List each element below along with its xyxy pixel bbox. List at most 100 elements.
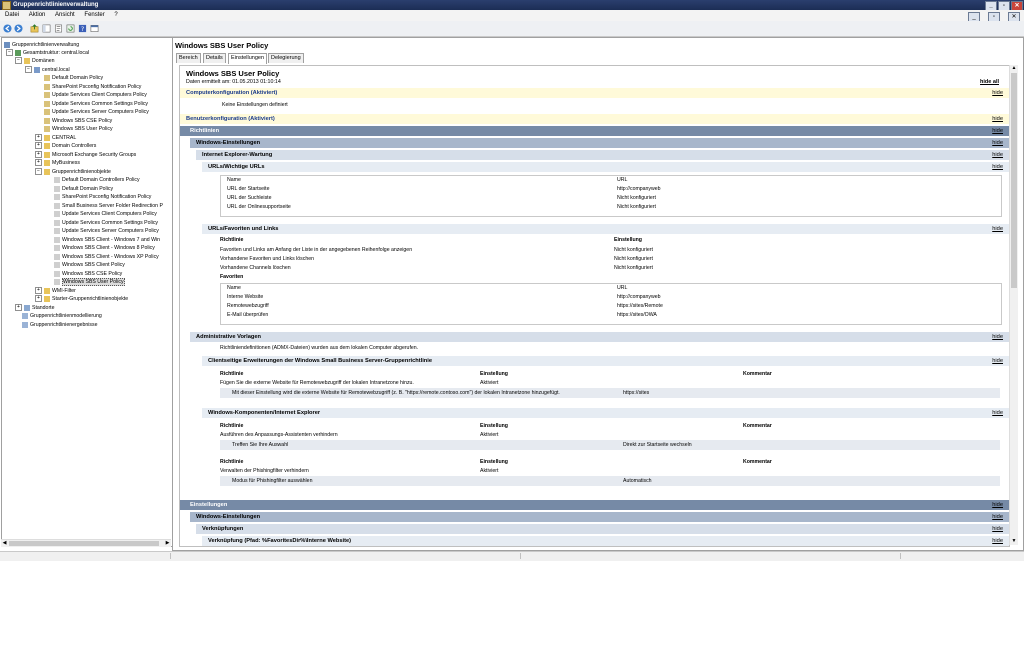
expand-icon[interactable]: + — [15, 304, 22, 312]
section-verknuepfung-item[interactable]: Verknüpfung (Pfad: %FavoritesDir%\Intern… — [202, 536, 1009, 546]
tree-item-gpo[interactable]: Windows SBS Client - Windows 7 and Win — [54, 236, 160, 244]
tree-view-icon[interactable] — [42, 24, 51, 33]
section-verknuepfungen[interactable]: Verknüpfungen hide — [196, 524, 1009, 534]
menu-ansicht[interactable]: Ansicht — [55, 12, 75, 18]
scroll-right-icon[interactable]: ▶ — [164, 540, 171, 547]
tree-item-gpo-link[interactable]: Windows SBS CSE Policy — [44, 117, 112, 125]
section-admin-templates[interactable]: Administrative Vorlagen hide — [190, 332, 1009, 342]
collapse-icon[interactable]: − — [35, 168, 42, 176]
report-vertical-scrollbar[interactable]: ▲ ▼ — [1009, 65, 1018, 545]
table-cell: Modus für Phishingfilter auswählen — [232, 478, 313, 484]
section-ie-wartung[interactable]: Internet Explorer-Wartung hide — [196, 150, 1009, 160]
tree-item-gpo[interactable]: Windows SBS Client - Windows XP Policy — [54, 253, 159, 261]
tree-horizontal-scrollbar[interactable]: ◀ ▶ — [1, 539, 171, 547]
tree-item-gpo-link[interactable]: Update Services Server Computers Policy — [44, 108, 149, 116]
hide-link[interactable]: hide — [992, 332, 1003, 342]
tree-item-starter[interactable]: + Starter-Gruppenrichtlinienobjekte — [35, 295, 128, 303]
tree-item-gpo-link[interactable]: Default Domain Policy — [44, 74, 103, 82]
tab-einstellungen[interactable]: Einstellungen — [228, 53, 268, 64]
tree-item-gpo-link[interactable]: Update Services Common Settings Policy — [44, 100, 148, 108]
tree-item-wmi[interactable]: + WMI-Filter — [35, 287, 76, 295]
tree-item-ou[interactable]: + MyBusiness — [35, 159, 80, 167]
hide-link[interactable]: hide — [992, 138, 1003, 148]
section-einstellungen[interactable]: Einstellungen hide — [180, 500, 1009, 510]
section-computer-config[interactable]: Computerkonfiguration (Aktiviert) hide — [180, 88, 1009, 98]
collapse-icon[interactable]: − — [25, 66, 32, 74]
tree-item-gpo[interactable]: Default Domain Policy — [54, 185, 113, 193]
tree-item-results[interactable]: Gruppenrichtlinienergebnisse — [22, 321, 97, 329]
tree-item-gpo[interactable]: Windows SBS Client - Windows 8 Policy — [54, 244, 155, 252]
tree-item-domains[interactable]: − Domänen — [15, 57, 55, 65]
hide-link[interactable]: hide — [992, 356, 1003, 366]
tree-item-forest[interactable]: − Gesamtstruktur: central.local — [6, 49, 89, 57]
hide-link[interactable]: hide — [992, 150, 1003, 160]
scroll-up-icon[interactable]: ▲ — [1010, 65, 1018, 72]
section-windows-einstellungen-2[interactable]: Windows-Einstellungen hide — [190, 512, 1009, 522]
section-windows-komponenten[interactable]: Windows-Komponenten/Internet Explorer hid… — [202, 408, 1009, 418]
hide-link[interactable]: hide — [992, 408, 1003, 418]
hide-link[interactable]: hide — [992, 536, 1003, 546]
section-windows-einstellungen[interactable]: Windows-Einstellungen hide — [190, 138, 1009, 148]
tree-item-gpo-link[interactable]: SharePoint Psconfig Notification Policy — [44, 83, 141, 91]
tree-item-gpo[interactable]: Update Services Common Settings Policy — [54, 219, 158, 227]
menu-help[interactable]: ? — [114, 12, 117, 18]
tree-item-gpo[interactable]: Update Services Client Computers Policy — [54, 210, 157, 218]
forward-arrow-icon[interactable] — [14, 24, 23, 33]
hide-link[interactable]: hide — [992, 88, 1003, 98]
expand-icon[interactable]: + — [35, 159, 42, 167]
tree-item-gpo[interactable]: SharePoint Psconfig Notification Policy — [54, 193, 151, 201]
expand-icon[interactable]: + — [35, 295, 42, 303]
tree-item-gpo-link[interactable]: Windows SBS User Policy — [44, 125, 113, 133]
section-clientseitige[interactable]: Clientseitige Erweiterungen der Windows … — [202, 356, 1009, 366]
hide-all-link[interactable]: hide all — [980, 79, 999, 85]
tree-item-central-local[interactable]: − central.local — [25, 66, 70, 74]
properties-icon[interactable] — [54, 24, 63, 33]
hide-link[interactable]: hide — [992, 524, 1003, 534]
tree-item-ou[interactable]: + CENTRAL — [35, 134, 76, 142]
tree-item-gpo-link[interactable]: Update Services Client Computers Policy — [44, 91, 147, 99]
tree-item-sites[interactable]: + Standorte — [15, 304, 55, 312]
collapse-icon[interactable]: − — [15, 57, 22, 65]
section-urls-wichtige[interactable]: URLs/Wichtige URLs hide — [202, 162, 1009, 172]
tab-bereich[interactable]: Bereich — [176, 53, 201, 63]
section-richtlinien[interactable]: Richtlinien hide — [180, 126, 1009, 136]
tab-details[interactable]: Details — [203, 53, 226, 63]
expand-icon[interactable]: + — [35, 134, 42, 142]
scroll-thumb[interactable] — [1011, 73, 1017, 288]
hide-link[interactable]: hide — [992, 114, 1003, 124]
help-icon[interactable]: ? — [78, 24, 87, 33]
refresh-icon[interactable] — [66, 24, 75, 33]
expand-icon[interactable]: + — [35, 151, 42, 159]
hide-link[interactable]: hide — [992, 500, 1003, 510]
section-user-config[interactable]: Benutzerkonfiguration (Aktiviert) hide — [180, 114, 1009, 124]
tree-item-gpo[interactable]: Default Domain Controllers Policy — [54, 176, 140, 184]
tree-item-gpo-selected[interactable]: Windows SBS User Policy — [54, 278, 125, 286]
scroll-down-icon[interactable]: ▼ — [1010, 538, 1018, 545]
back-arrow-icon[interactable] — [3, 24, 12, 33]
tree-item-ou[interactable]: + Domain Controllers — [35, 142, 96, 150]
hide-link[interactable]: hide — [992, 224, 1003, 234]
section-urls-favoriten[interactable]: URLs/Favoriten und Links hide — [202, 224, 1009, 234]
scroll-thumb[interactable] — [9, 541, 159, 546]
console-icon[interactable] — [90, 24, 99, 33]
menu-aktion[interactable]: Aktion — [29, 12, 46, 18]
collapse-icon[interactable]: − — [6, 49, 13, 57]
up-folder-icon[interactable] — [30, 24, 39, 33]
hide-link[interactable]: hide — [992, 512, 1003, 522]
expand-icon[interactable]: + — [35, 287, 42, 295]
menu-datei[interactable]: Datei — [5, 12, 19, 18]
hide-link[interactable]: hide — [992, 162, 1003, 172]
expand-icon[interactable]: + — [35, 142, 42, 150]
tree-item-modeling[interactable]: Gruppenrichtlinienmodellierung — [22, 312, 102, 320]
tree-item-gpo[interactable]: Small Business Server Folder Redirection… — [54, 202, 163, 210]
tree-item-gpo[interactable]: Windows SBS CSE Policy — [54, 270, 122, 278]
tab-delegierung[interactable]: Delegierung — [268, 53, 304, 63]
menu-fenster[interactable]: Fenster — [84, 12, 104, 18]
tree-item-gpo[interactable]: Windows SBS Client Policy — [54, 261, 125, 269]
tree-item-gpo-folder[interactable]: − Gruppenrichtlinienobjekte — [35, 168, 111, 176]
tree-item-gpm-root[interactable]: Gruppenrichtlinienverwaltung — [4, 41, 79, 49]
scroll-left-icon[interactable]: ◀ — [1, 540, 8, 547]
tree-item-gpo[interactable]: Update Services Server Computers Policy — [54, 227, 159, 235]
hide-link[interactable]: hide — [992, 126, 1003, 136]
tree-item-ou[interactable]: + Microsoft Exchange Security Groups — [35, 151, 136, 159]
